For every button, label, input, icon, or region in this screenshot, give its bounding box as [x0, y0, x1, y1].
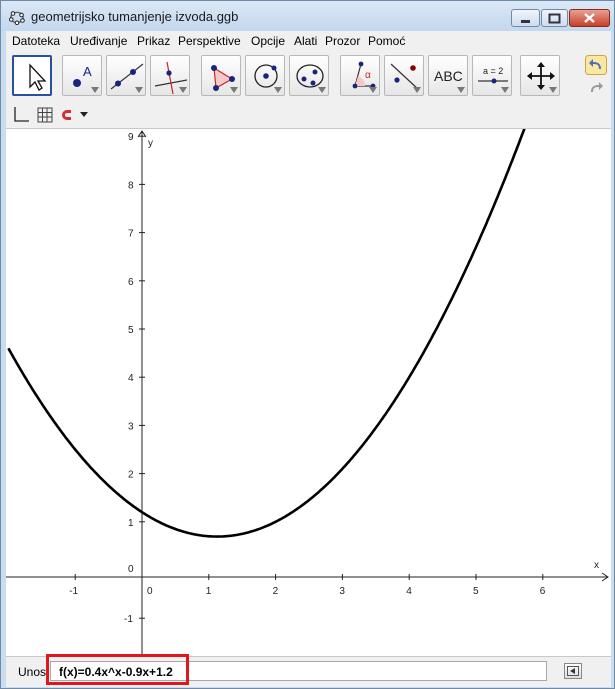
menu-alati[interactable]: Alati [294, 34, 317, 48]
slider-tool-label: a = 2 [483, 66, 503, 76]
move-tool-button[interactable] [12, 55, 52, 96]
y-tick-label: 7 [128, 229, 134, 240]
arrow-cursor-icon [29, 63, 47, 91]
x-tick-label: -1 [69, 586, 78, 597]
minimize-icon [521, 20, 530, 23]
magnet-snap-icon[interactable] [60, 108, 76, 122]
maximize-icon [548, 13, 561, 24]
minimize-button[interactable] [511, 9, 540, 27]
function-curve [7, 129, 526, 538]
y-tick-label: 6 [128, 277, 134, 288]
x-tick-label: 4 [406, 586, 412, 597]
toolbar: A α ABC a = 2 [6, 51, 611, 101]
menu-prikaz[interactable]: Prikaz [137, 34, 170, 48]
function-plot: x y -1 0 1 2 3 4 5 6 9 8 7 6 5 4 3 2 1 0 -1 [6, 129, 609, 656]
close-button[interactable] [569, 9, 610, 27]
menu-datoteka[interactable]: Datoteka [12, 34, 60, 48]
menu-pomoc[interactable]: Pomoć [368, 34, 405, 48]
x-axis-label: x [594, 560, 599, 571]
close-icon [584, 13, 595, 23]
y-tick-label: 9 [128, 132, 134, 143]
title-bar[interactable]: geometrijsko tumanjenje izvoda.ggb [1, 1, 614, 31]
x-tick-label: 2 [273, 586, 279, 597]
circle-tool-button[interactable] [245, 55, 285, 96]
y-tick-label: 8 [128, 180, 134, 191]
input-label: Unos: [18, 665, 50, 679]
redo-button[interactable] [585, 78, 607, 98]
y-axis-label: y [148, 138, 153, 149]
style-bar [6, 101, 611, 129]
menu-bar: Datoteka Uređivanje Prikaz Perspektive O… [6, 31, 611, 51]
x-tick-label: 0 [147, 586, 153, 597]
triangle-left-icon [567, 666, 579, 676]
text-tool-button[interactable]: ABC [428, 55, 468, 96]
input-help-button[interactable] [564, 663, 582, 679]
y-tick-label: 4 [128, 373, 134, 384]
app-window: geometrijsko tumanjenje izvoda.ggb Datot… [0, 0, 615, 689]
x-tick-label: 6 [540, 586, 546, 597]
menu-opcije[interactable]: Opcije [251, 34, 285, 48]
window-title: geometrijsko tumanjenje izvoda.ggb [31, 9, 239, 24]
x-tick-label: 3 [339, 586, 345, 597]
y-tick-label: 5 [128, 325, 134, 336]
y-tick-label: -1 [124, 614, 133, 625]
menu-uredivanje[interactable]: Uređivanje [70, 34, 127, 48]
text-tool-label: ABC [434, 68, 463, 84]
geogebra-logo-icon [9, 11, 25, 25]
undo-button[interactable] [585, 55, 607, 75]
move-view-tool-button[interactable] [520, 55, 560, 96]
conic-tool-button[interactable] [289, 55, 329, 96]
perpendicular-tool-button[interactable] [150, 55, 190, 96]
graphics-view[interactable]: x y -1 0 1 2 3 4 5 6 9 8 7 6 5 4 3 2 1 0 -1 [6, 129, 611, 656]
undo-icon [585, 55, 607, 75]
slider-tool-button[interactable]: a = 2 [472, 55, 512, 96]
y-tick-label: 1 [128, 518, 134, 529]
reflect-tool-button[interactable] [384, 55, 424, 96]
input-highlight-box [46, 654, 189, 685]
input-bar: Unos: f(x)=0.4x^x-0.9x+1.2 [6, 654, 611, 687]
snap-dropdown-chevron-icon[interactable] [80, 112, 88, 118]
maximize-button[interactable] [541, 9, 568, 27]
x-tick-label: 5 [473, 586, 479, 597]
redo-icon [591, 82, 603, 92]
menu-perspektive[interactable]: Perspektive [178, 34, 241, 48]
line-tool-button[interactable] [106, 55, 146, 96]
polygon-tool-button[interactable] [201, 55, 241, 96]
show-axes-icon[interactable] [12, 106, 30, 124]
y-tick-label: 3 [128, 421, 134, 432]
menu-prozor[interactable]: Prozor [325, 34, 360, 48]
x-tick-label: 1 [206, 586, 212, 597]
angle-tool-button[interactable]: α [340, 55, 380, 96]
svg-text:A: A [83, 64, 92, 79]
svg-text:α: α [365, 70, 371, 81]
show-grid-icon[interactable] [36, 106, 54, 124]
point-tool-button[interactable]: A [62, 55, 102, 96]
y-tick-label: 0 [128, 564, 134, 575]
y-tick-label: 2 [128, 470, 134, 481]
